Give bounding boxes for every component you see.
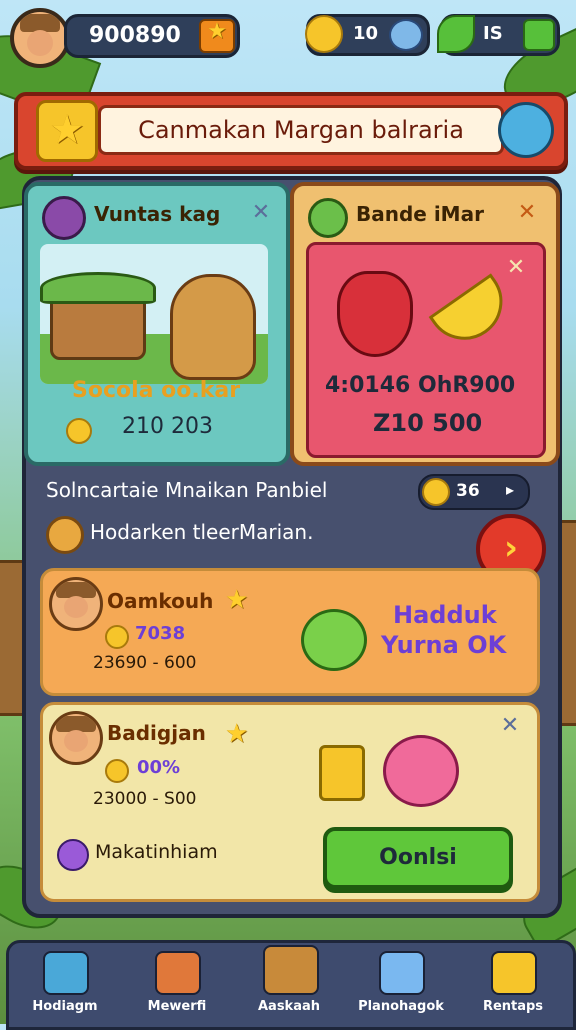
count-coin-icon (422, 478, 450, 506)
entry2-close-icon[interactable]: ✕ (499, 715, 521, 737)
gem-icon (57, 839, 89, 871)
star-icon: ★ (225, 719, 249, 749)
capybara-scene (40, 244, 268, 384)
gold-icon (491, 951, 537, 995)
strawberry-icon (337, 271, 413, 357)
star-icon: ★ (207, 19, 227, 44)
chest-icon (155, 951, 201, 995)
fruit-scene: ✕ 4:0146 OhR900 Z10 500 (306, 242, 546, 458)
heart-fruit-icon (383, 735, 459, 807)
title-banner: ★ Canmakan Margan balraria (14, 92, 568, 170)
crate-icon (263, 945, 319, 995)
footer-label: Makatinhiam (95, 841, 218, 863)
stat1-value: 10 (353, 23, 379, 44)
nav-item-4[interactable]: Planohagok (345, 943, 457, 1027)
nav-item-5[interactable]: Rentaps (457, 943, 569, 1027)
nav-item-1[interactable]: Hodiagm (9, 943, 121, 1027)
left-card-value: 210 203 (122, 414, 213, 439)
entry2-range: 23000 - S00 (93, 789, 197, 809)
entry2-name: Badigjan (107, 721, 206, 745)
entry1-pct: 7038 (135, 623, 186, 644)
promo-line2: Yurna OK (381, 631, 507, 659)
nav-item-3[interactable]: Aaskaah (233, 943, 345, 1027)
middle-subheading: Hodarken tleerMarian. (90, 520, 314, 544)
nav-item-2[interactable]: Mewerfi (121, 943, 233, 1027)
gold-stack-icon (319, 745, 365, 801)
star-icon: ★ (225, 585, 249, 615)
potion-icon (379, 951, 425, 995)
stat2-value: IS (483, 23, 503, 44)
right-card-value: Z10 500 (373, 409, 483, 437)
player-avatar[interactable] (10, 8, 70, 68)
lightning-coin-icon (305, 15, 343, 53)
coin-icon (66, 418, 92, 444)
chevron-right-icon: ▸ (506, 480, 515, 499)
entry-card-2[interactable]: Badigjan ★ 00% 23000 - S00 ✕ Makatinhiam… (40, 702, 540, 902)
avatar (49, 711, 103, 765)
left-card[interactable]: Vuntas kag ✕ Socola oo.kar 210 203 (24, 182, 290, 466)
right-card-title: Bande iMar (356, 202, 484, 226)
entry1-range: 23690 - 600 (93, 653, 197, 673)
count-badge[interactable]: 36 ▸ (418, 474, 530, 510)
confirm-button[interactable]: Oonlsi (323, 827, 513, 889)
nav-label: Rentaps (482, 999, 544, 1014)
leaf-icon (437, 15, 475, 53)
left-card-close-icon[interactable]: ✕ (250, 202, 272, 224)
clover-icon (308, 198, 348, 238)
right-card[interactable]: Bande iMar ✕ ✕ 4:0146 OhR900 Z10 500 (290, 182, 560, 466)
nav-label: Mewerfi (147, 999, 207, 1014)
count-value: 36 (456, 481, 480, 501)
avatar (49, 577, 103, 631)
banner-star-icon: ★ (36, 100, 98, 162)
nav-label: Aaskaah (257, 999, 321, 1014)
left-card-title: Vuntas kag (94, 202, 221, 226)
left-card-caption: Socola oo.kar (72, 378, 241, 403)
middle-heading: Solncartaie Mnaikan Panbiel (46, 478, 328, 502)
entry1-name: Oamkouh (107, 589, 214, 613)
apple-icon (301, 609, 367, 671)
nav-label: Planohagok (358, 999, 444, 1014)
stat-counter-2: IS (437, 14, 560, 56)
right-card-close-icon[interactable]: ✕ (516, 202, 538, 224)
bottom-nav: Hodiagm Mewerfi Aaskaah Planohagok Renta… (6, 940, 576, 1030)
brush-icon (42, 196, 86, 240)
add-resource-icon[interactable] (523, 19, 555, 51)
shell-icon (46, 516, 84, 554)
fruit-close-icon[interactable]: ✕ (505, 257, 527, 279)
coin-icon (105, 759, 129, 783)
score-counter: 900890 ★ (64, 14, 240, 58)
banana-icon (428, 273, 518, 355)
score-star-button[interactable]: ★ (199, 19, 235, 53)
fish-icon[interactable] (389, 19, 423, 51)
right-card-caption: 4:0146 OhR900 (325, 373, 516, 398)
bubble-settings-icon[interactable] (498, 102, 554, 158)
nav-label: Hodiagm (32, 999, 98, 1014)
coin-icon (105, 625, 129, 649)
entry-card-1[interactable]: Oamkouh ★ 7038 23690 - 600 Hadduk Yurna … (40, 568, 540, 696)
banner-title: Canmakan Margan balraria (98, 105, 504, 155)
house-icon (43, 951, 89, 995)
entry2-pct: 00% (137, 757, 181, 778)
promo-line1: Hadduk (393, 601, 497, 629)
stat-counter-1: 10 (305, 14, 430, 56)
score-value: 900890 (89, 23, 181, 48)
